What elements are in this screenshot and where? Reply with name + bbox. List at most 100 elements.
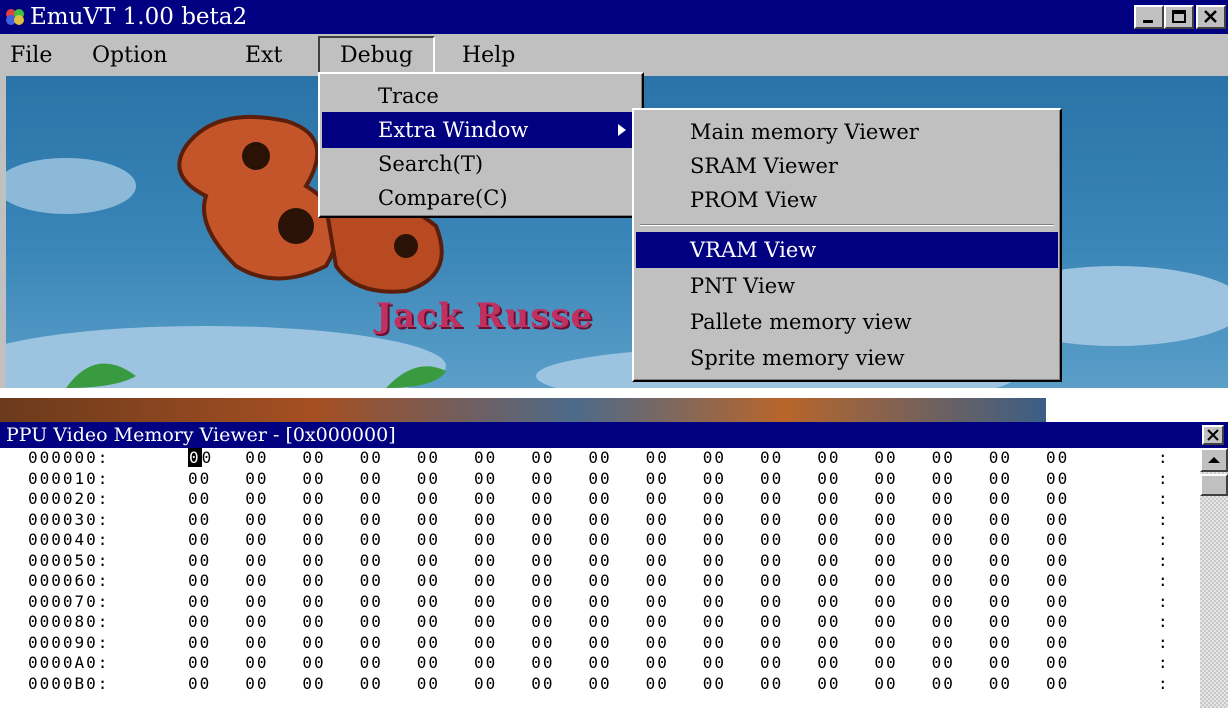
hex-byte-cell[interactable]: 00 [188,489,211,509]
hex-byte-cell[interactable]: 00 [646,448,669,468]
hex-byte-cell[interactable]: 00 [989,633,1012,653]
menu-item-trace[interactable]: Trace [322,78,640,114]
hex-byte-cell[interactable]: 00 [360,469,383,489]
hex-byte-cell[interactable]: 00 [703,551,726,571]
hex-byte-cell[interactable]: 00 [245,633,268,653]
hex-row[interactable]: 0000A0: 00 00 00 00 00 00 00 00 00 00 00 00 00 00 00 00: [0,653,1200,673]
menu-file[interactable]: File [10,36,52,76]
hex-byte-cell[interactable]: 00 [474,592,497,612]
hex-byte-cell[interactable]: 00 [646,530,669,550]
menu-item-sprite-memory-view[interactable]: Sprite memory view [636,340,1058,376]
hex-byte-cell[interactable]: 00 [932,633,955,653]
hex-byte-cell[interactable]: 00 [302,674,325,694]
hex-byte-cell[interactable]: 00 [360,510,383,530]
hex-byte-cell[interactable]: 00 [760,592,783,612]
hex-byte-cell[interactable]: 00 [588,674,611,694]
hex-byte-cell[interactable]: 00 [646,633,669,653]
hex-byte-cell[interactable]: 00 [932,592,955,612]
hex-byte-cell[interactable]: 00 [1046,653,1069,673]
hex-byte-cell[interactable]: 00 [360,551,383,571]
hex-byte-cell[interactable]: 00 [588,592,611,612]
hex-byte-cell[interactable]: 00 [588,612,611,632]
hex-byte-cell[interactable]: 00 [874,448,897,468]
hex-byte-cell[interactable]: 00 [817,489,840,509]
hex-row[interactable]: 000070: 00 00 00 00 00 00 00 00 00 00 00 00 00 00 00 00: [0,592,1200,612]
hex-byte-cell[interactable]: 00 [1046,489,1069,509]
hex-byte-cell[interactable]: 00 [417,633,440,653]
hex-byte-cell[interactable]: 00 [760,612,783,632]
hex-byte-cell[interactable]: 00 [989,674,1012,694]
hex-byte-cell[interactable]: 00 [646,571,669,591]
hex-byte-cell[interactable]: 00 [760,489,783,509]
hex-byte-cell[interactable]: 00 [245,530,268,550]
hex-byte-cell[interactable]: 00 [1046,510,1069,530]
hex-byte-cell[interactable]: 00 [817,469,840,489]
hex-byte-cell[interactable]: 00 [302,510,325,530]
scroll-up-button[interactable] [1200,448,1228,472]
hex-byte-cell[interactable]: 00 [932,612,955,632]
close-button[interactable] [1196,5,1226,29]
menu-item-pnt-view[interactable]: PNT View [636,268,1058,304]
hex-row[interactable]: 000020: 00 00 00 00 00 00 00 00 00 00 00 00 00 00 00 00: [0,489,1200,509]
hex-byte-cell[interactable]: 00 [703,510,726,530]
hex-byte-cell[interactable]: 00 [703,489,726,509]
hex-byte-cell[interactable]: 00 [588,633,611,653]
hex-byte-cell[interactable]: 00 [474,633,497,653]
hex-byte-cell[interactable]: 00 [932,469,955,489]
hex-byte-cell[interactable]: 00 [989,489,1012,509]
hex-byte-cell[interactable]: 00 [989,571,1012,591]
hex-byte-cell[interactable]: 00 [989,653,1012,673]
hex-byte-cell[interactable]: 00 [760,653,783,673]
hex-row[interactable]: 000040: 00 00 00 00 00 00 00 00 00 00 00 00 00 00 00 00: [0,530,1200,550]
hex-byte-cell[interactable]: 00 [531,510,554,530]
hex-byte-cell[interactable]: 00 [1046,551,1069,571]
ppu-title-bar[interactable]: PPU Video Memory Viewer - [0x000000] [0,422,1228,448]
hex-byte-cell[interactable]: 00 [474,448,497,468]
hex-byte-cell[interactable]: 00 [531,448,554,468]
hex-byte-cell[interactable]: 00 [245,469,268,489]
title-bar[interactable]: EmuVT 1.00 beta2 [0,0,1228,34]
menu-item-search[interactable]: Search(T) [322,146,640,182]
hex-byte-cell[interactable]: 00 [245,571,268,591]
ppu-close-button[interactable] [1202,425,1224,445]
hex-row[interactable]: 000080: 00 00 00 00 00 00 00 00 00 00 00 00 00 00 00 00: [0,612,1200,632]
hex-byte-cell[interactable]: 00 [1046,633,1069,653]
hex-byte-cell[interactable]: 00 [1046,592,1069,612]
hex-byte-cell[interactable]: 00 [874,510,897,530]
hex-byte-cell[interactable]: 00 [417,653,440,673]
hex-byte-cell[interactable]: 00 [417,592,440,612]
hex-byte-cell[interactable]: 00 [188,612,211,632]
menu-item-main-memory-viewer[interactable]: Main memory Viewer [636,114,1058,150]
hex-byte-cell[interactable]: 00 [817,530,840,550]
hex-byte-cell[interactable]: 00 [874,633,897,653]
hex-byte-cell[interactable]: 00 [188,469,211,489]
hex-byte-cell[interactable]: 00 [989,612,1012,632]
hex-byte-cell[interactable]: 00 [588,469,611,489]
hex-byte-cell[interactable]: 00 [760,674,783,694]
hex-byte-cell[interactable]: 00 [1046,530,1069,550]
hex-byte-cell[interactable]: 00 [874,674,897,694]
hex-byte-cell[interactable]: 00 [932,653,955,673]
hex-byte-cell[interactable]: 00 [531,489,554,509]
hex-byte-cell[interactable]: 00 [474,653,497,673]
hex-byte-cell[interactable]: 00 [588,551,611,571]
hex-byte-cell[interactable]: 00 [474,551,497,571]
hex-row[interactable]: 000050: 00 00 00 00 00 00 00 00 00 00 00 00 00 00 00 00: [0,551,1200,571]
hex-byte-cell[interactable]: 00 [760,633,783,653]
hex-byte-cell[interactable]: 00 [989,448,1012,468]
hex-byte-cell[interactable]: 00 [531,592,554,612]
hex-byte-cell[interactable]: 00 [302,469,325,489]
hex-byte-cell[interactable]: 00 [817,653,840,673]
hex-byte-cell[interactable]: 00 [874,551,897,571]
hex-byte-cell[interactable]: 00 [474,530,497,550]
hex-row[interactable]: 0000B0: 00 00 00 00 00 00 00 00 00 00 00 00 00 00 00 00: [0,674,1200,694]
hex-byte-cell[interactable]: 00 [588,510,611,530]
hex-byte-cell[interactable]: 00 [646,510,669,530]
menu-item-pallete-memory-view[interactable]: Pallete memory view [636,304,1058,340]
hex-byte-cell[interactable]: 00 [474,510,497,530]
hex-byte-cell[interactable]: 00 [817,633,840,653]
hex-byte-cell[interactable]: 00 [245,653,268,673]
hex-byte-cell[interactable]: 00 [874,469,897,489]
menu-option[interactable]: Option [92,36,167,76]
hex-byte-cell[interactable]: 00 [360,571,383,591]
